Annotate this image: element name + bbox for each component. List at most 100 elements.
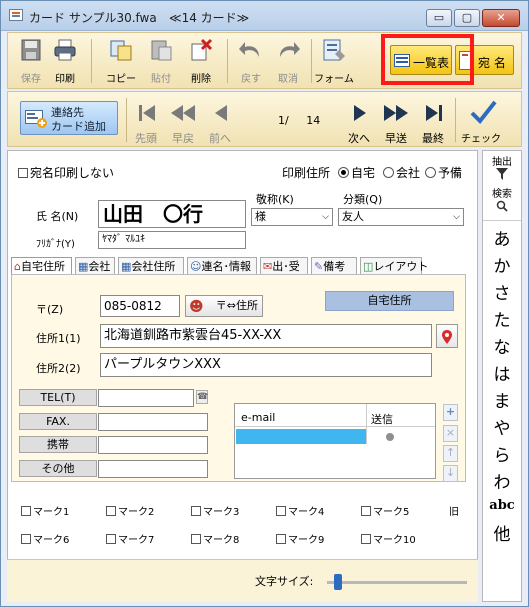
mobile-input[interactable]: [98, 436, 208, 454]
index-na[interactable]: な: [483, 333, 521, 358]
send-toggle-icon[interactable]: [386, 433, 394, 441]
chevron-down-icon: ⌵: [322, 212, 329, 222]
email-row-selected[interactable]: [236, 429, 366, 444]
mark8[interactable]: マーク8: [191, 531, 239, 546]
radio-company-dot[interactable]: [383, 167, 394, 178]
index-ra[interactable]: ら: [483, 441, 521, 466]
move-up-icon[interactable]: ↑: [443, 445, 458, 462]
mark2[interactable]: マーク2: [106, 503, 154, 518]
print-button[interactable]: 印刷: [48, 36, 82, 86]
mark5[interactable]: マーク5: [361, 503, 409, 518]
radio-spare[interactable]: 予備: [425, 164, 462, 181]
mark10[interactable]: マーク10: [361, 531, 416, 546]
index-sidebar: 抽出 検索 あ か さ た な は ま や ら わ abc 他: [482, 150, 522, 602]
search-button[interactable]: 検索: [483, 185, 521, 212]
copy-button[interactable]: コピー: [104, 36, 138, 86]
minimize-button[interactable]: ▭: [426, 9, 452, 27]
index-ya[interactable]: や: [483, 414, 521, 439]
mark8-checkbox[interactable]: [191, 534, 201, 544]
tab-company[interactable]: ▦会社: [75, 257, 115, 275]
index-abc[interactable]: abc: [483, 498, 521, 513]
index-other[interactable]: 他: [483, 520, 521, 545]
cancel-button[interactable]: 取消: [271, 36, 305, 86]
maximize-button[interactable]: ▢: [454, 9, 480, 27]
mark4[interactable]: マーク4: [276, 503, 324, 518]
zip-input[interactable]: 085-0812: [100, 295, 180, 317]
fast-back-button[interactable]: 早戻: [165, 98, 201, 145]
map-pin-button[interactable]: [436, 324, 458, 348]
delete-button[interactable]: 削除: [184, 36, 218, 86]
tab-notes[interactable]: ✎備考: [311, 257, 357, 275]
mark6-label: マーク6: [33, 535, 70, 546]
close-button[interactable]: ✕: [482, 9, 520, 27]
email-list[interactable]: e-mail 送信: [234, 403, 436, 479]
add-contact-button[interactable]: 連絡先 カード追加: [20, 101, 118, 135]
mark8-label: マーク8: [203, 535, 240, 546]
mark2-checkbox[interactable]: [106, 506, 116, 516]
postman-icon: ☻: [189, 299, 204, 315]
tab-joint-info[interactable]: ☺連名･情報: [187, 257, 257, 275]
mark5-checkbox[interactable]: [361, 506, 371, 516]
mark1[interactable]: マーク1: [21, 503, 69, 518]
mark7[interactable]: マーク7: [106, 531, 154, 546]
form-button[interactable]: フォーム: [314, 36, 354, 86]
index-sa[interactable]: さ: [483, 279, 521, 304]
mark7-checkbox[interactable]: [106, 534, 116, 544]
index-a[interactable]: あ: [483, 225, 521, 250]
mark6[interactable]: マーク6: [21, 531, 69, 546]
address-label-label: 宛 名: [478, 56, 506, 70]
radio-home[interactable]: 自宅: [338, 164, 375, 181]
mark4-checkbox[interactable]: [276, 506, 286, 516]
zip-address-convert-button[interactable]: ☻ 〒⇔住所: [185, 295, 263, 317]
footer-bar: 文字サイズ:: [7, 559, 478, 602]
add-email-button[interactable]: +: [443, 404, 458, 421]
radio-spare-dot[interactable]: [425, 167, 436, 178]
move-down-icon[interactable]: ↓: [443, 465, 458, 482]
index-wa[interactable]: わ: [483, 468, 521, 493]
tab-sent-received[interactable]: ✉出･受: [260, 257, 308, 275]
fax-input[interactable]: [98, 413, 208, 431]
mark3-checkbox[interactable]: [191, 506, 201, 516]
save-button[interactable]: 保存: [14, 36, 48, 86]
mark10-checkbox[interactable]: [361, 534, 371, 544]
category-select[interactable]: 友人 ⌵: [338, 208, 464, 226]
undo-button[interactable]: 戻す: [234, 36, 268, 86]
radio-home-dot[interactable]: [338, 167, 349, 178]
paste-button[interactable]: 貼付: [144, 36, 178, 86]
no-print-box[interactable]: [18, 168, 28, 178]
font-size-slider-track[interactable]: [327, 581, 467, 584]
next-button[interactable]: 次へ: [341, 98, 377, 145]
index-ta[interactable]: た: [483, 306, 521, 331]
phone-icon[interactable]: ☎: [196, 390, 208, 404]
fast-forward-icon: [384, 105, 408, 121]
last-record-button[interactable]: 最終: [415, 98, 451, 145]
index-ma[interactable]: ま: [483, 387, 521, 412]
check-button[interactable]: チェック: [461, 98, 501, 145]
delete-icon: [191, 38, 213, 61]
first-record-button[interactable]: 先頭: [128, 98, 164, 145]
mark9-checkbox[interactable]: [276, 534, 286, 544]
tab-layout[interactable]: ◫レイアウト: [360, 257, 428, 275]
remove-email-icon[interactable]: ×: [443, 425, 458, 442]
index-ka[interactable]: か: [483, 252, 521, 277]
name-input[interactable]: 山田 〇行: [98, 200, 246, 228]
building-icon: ▦: [78, 260, 89, 273]
filter-button[interactable]: 抽出: [483, 153, 521, 180]
honorific-select[interactable]: 様 ⌵: [251, 208, 333, 226]
previous-button[interactable]: 前へ: [202, 98, 238, 145]
mark9[interactable]: マーク9: [276, 531, 324, 546]
address1-input[interactable]: 北海道釧路市紫雲台45-XX-XX: [100, 324, 432, 348]
furigana-input[interactable]: ﾔﾏﾀﾞ ﾏﾙﾕｷ: [98, 231, 246, 249]
mark1-checkbox[interactable]: [21, 506, 31, 516]
index-ha[interactable]: は: [483, 360, 521, 385]
other-phone-input[interactable]: [98, 460, 208, 478]
no-print-checkbox[interactable]: 宛名印刷しない: [18, 164, 114, 181]
tab-company-address[interactable]: ▦会社住所: [118, 257, 184, 275]
fast-forward-button[interactable]: 早送: [378, 98, 414, 145]
mark3[interactable]: マーク3: [191, 503, 239, 518]
tel-input[interactable]: [98, 389, 194, 407]
address2-input[interactable]: パープルタウンXXX: [100, 353, 432, 377]
font-size-slider-thumb[interactable]: [333, 574, 342, 590]
radio-company[interactable]: 会社: [383, 164, 420, 181]
mark6-checkbox[interactable]: [21, 534, 31, 544]
